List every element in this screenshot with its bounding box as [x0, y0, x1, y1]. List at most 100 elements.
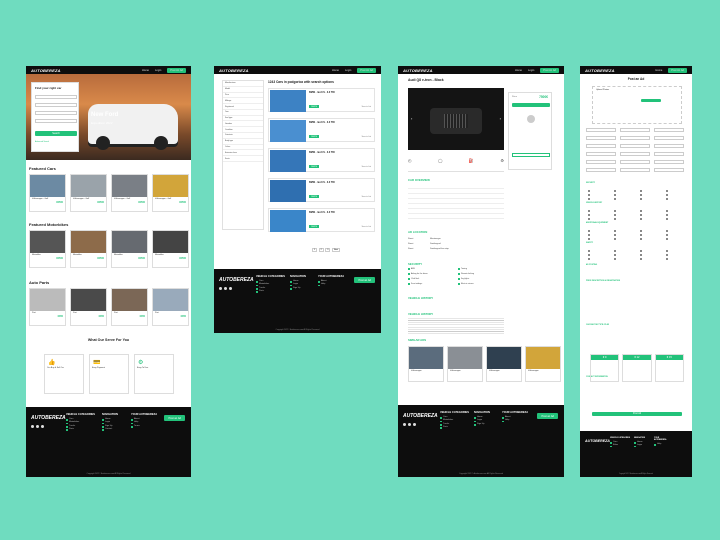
form-select[interactable] [586, 144, 616, 148]
form-checkbox[interactable] [640, 250, 642, 252]
search-button[interactable]: Search [35, 131, 77, 136]
plan-card[interactable]: € 15 [654, 354, 684, 382]
form-checkbox[interactable] [666, 194, 668, 196]
form-select[interactable] [654, 136, 684, 140]
result-row[interactable]: BMW - 4er.8 S - 3.0 TDI €60370 Save to Lis… [268, 148, 375, 172]
form-checkbox[interactable] [640, 234, 642, 236]
result-price-button[interactable]: €60370 [309, 165, 319, 168]
form-select[interactable] [586, 152, 616, 156]
motorbike-card[interactable]: Motorbike €6500 [70, 230, 107, 268]
form-checkbox[interactable] [588, 194, 590, 196]
submit-post-button[interactable]: Post Ad [592, 412, 682, 416]
form-checkbox[interactable] [614, 230, 616, 232]
prev-photo-icon[interactable]: ‹ [411, 116, 412, 121]
form-checkbox[interactable] [666, 234, 668, 236]
form-checkbox[interactable] [614, 258, 616, 260]
form-select[interactable] [654, 144, 684, 148]
form-checkbox[interactable] [614, 250, 616, 252]
form-checkbox[interactable] [588, 250, 590, 252]
send-message-button[interactable] [512, 153, 550, 157]
logo[interactable]: AUTOBEREZA [31, 68, 61, 73]
form-select[interactable] [654, 168, 684, 172]
form-checkbox[interactable] [640, 214, 642, 216]
form-select[interactable] [586, 160, 616, 164]
form-checkbox[interactable] [666, 230, 668, 232]
next-photo-icon[interactable]: › [500, 116, 501, 121]
form-checkbox[interactable] [666, 190, 668, 192]
form-checkbox[interactable] [640, 198, 642, 200]
footer-post-ad-button[interactable]: Post an Ad [537, 413, 558, 419]
form-select[interactable] [654, 160, 684, 164]
form-checkbox[interactable] [588, 238, 590, 240]
twitter-icon[interactable] [229, 287, 232, 290]
car-card[interactable]: Volkswagen - Golf €6500 [70, 174, 107, 212]
advanced-search-link[interactable]: Advanced Search [35, 141, 49, 143]
car-card[interactable]: Volkswagen - Golf €6500 [29, 174, 66, 212]
car-card[interactable]: Volkswagen - Golf €6500 [111, 174, 148, 212]
form-checkbox[interactable] [666, 214, 668, 216]
form-select[interactable] [620, 128, 650, 132]
form-checkbox[interactable] [666, 218, 668, 220]
footer-post-ad-button[interactable]: Post an Ad [354, 277, 375, 283]
post-ad-button[interactable]: Post An Ad [540, 67, 559, 73]
instagram-icon[interactable] [224, 287, 227, 290]
motorbike-card[interactable]: Motorbike €6500 [152, 230, 189, 268]
nav-home-link[interactable]: Home [142, 69, 149, 72]
result-row[interactable]: BMW - 4er.8 S - 3.0 TDI €60370 Save to Lis… [268, 178, 375, 202]
form-checkbox[interactable] [614, 234, 616, 236]
post-ad-button[interactable]: Post An Ad [167, 67, 186, 73]
nav-home-link[interactable]: Home [515, 69, 522, 72]
logo[interactable]: AUTOBEREZA [403, 68, 433, 73]
twitter-icon[interactable] [41, 425, 44, 428]
page-2[interactable]: 2 [318, 248, 324, 252]
page-1[interactable]: 1 [312, 248, 318, 252]
form-checkbox[interactable] [666, 250, 668, 252]
part-card[interactable]: Part €350 [29, 288, 66, 326]
form-checkbox[interactable] [666, 198, 668, 200]
save-to-list-link[interactable]: Save to List [362, 106, 371, 108]
form-checkbox[interactable] [588, 230, 590, 232]
form-checkbox[interactable] [614, 210, 616, 212]
form-checkbox[interactable] [588, 254, 590, 256]
form-select[interactable] [586, 168, 616, 172]
form-checkbox[interactable] [666, 238, 668, 240]
make-select[interactable] [35, 95, 77, 99]
form-select[interactable] [654, 152, 684, 156]
similar-card[interactable]: Volkswagen [486, 346, 522, 382]
form-select[interactable] [620, 136, 650, 140]
result-price-button[interactable]: €60370 [309, 195, 319, 198]
similar-card[interactable]: Volkswagen [447, 346, 483, 382]
result-row[interactable]: BMW - 4er.8 S - 3.0 TDI €60370 Save to Lis… [268, 118, 375, 142]
form-checkbox[interactable] [614, 214, 616, 216]
form-select[interactable] [620, 144, 650, 148]
result-price-button[interactable]: €60370 [309, 135, 319, 138]
form-checkbox[interactable] [614, 190, 616, 192]
form-checkbox[interactable] [614, 254, 616, 256]
form-checkbox[interactable] [640, 210, 642, 212]
save-to-list-link[interactable]: Save to List [362, 226, 371, 228]
form-checkbox[interactable] [614, 198, 616, 200]
facebook-icon[interactable] [219, 287, 222, 290]
facebook-icon[interactable] [31, 425, 34, 428]
form-checkbox[interactable] [588, 234, 590, 236]
form-checkbox[interactable] [614, 238, 616, 240]
result-price-button[interactable]: €60370 [309, 225, 319, 228]
result-price-button[interactable]: €60370 [309, 105, 319, 108]
instagram-icon[interactable] [36, 425, 39, 428]
form-checkbox[interactable] [588, 214, 590, 216]
plan-card[interactable]: € 12 [622, 354, 652, 382]
form-checkbox[interactable] [614, 218, 616, 220]
next-page[interactable]: Next [331, 248, 340, 252]
save-to-list-link[interactable]: Save to List [362, 136, 371, 138]
footer-post-ad-button[interactable]: Post an Ad [164, 415, 185, 421]
page-3[interactable]: 3 [325, 248, 331, 252]
form-checkbox[interactable] [640, 258, 642, 260]
motorbike-card[interactable]: Motorbike €6500 [111, 230, 148, 268]
form-checkbox[interactable] [640, 230, 642, 232]
plan-card[interactable]: € 9 [590, 354, 620, 382]
similar-card[interactable]: Volkswagen [525, 346, 561, 382]
form-checkbox[interactable] [588, 218, 590, 220]
price-select[interactable] [35, 111, 77, 115]
result-row[interactable]: BMW - 4er.8 S - 3.0 TDI €60370 Save to Lis… [268, 88, 375, 112]
save-to-list-link[interactable]: Save to List [362, 196, 371, 198]
